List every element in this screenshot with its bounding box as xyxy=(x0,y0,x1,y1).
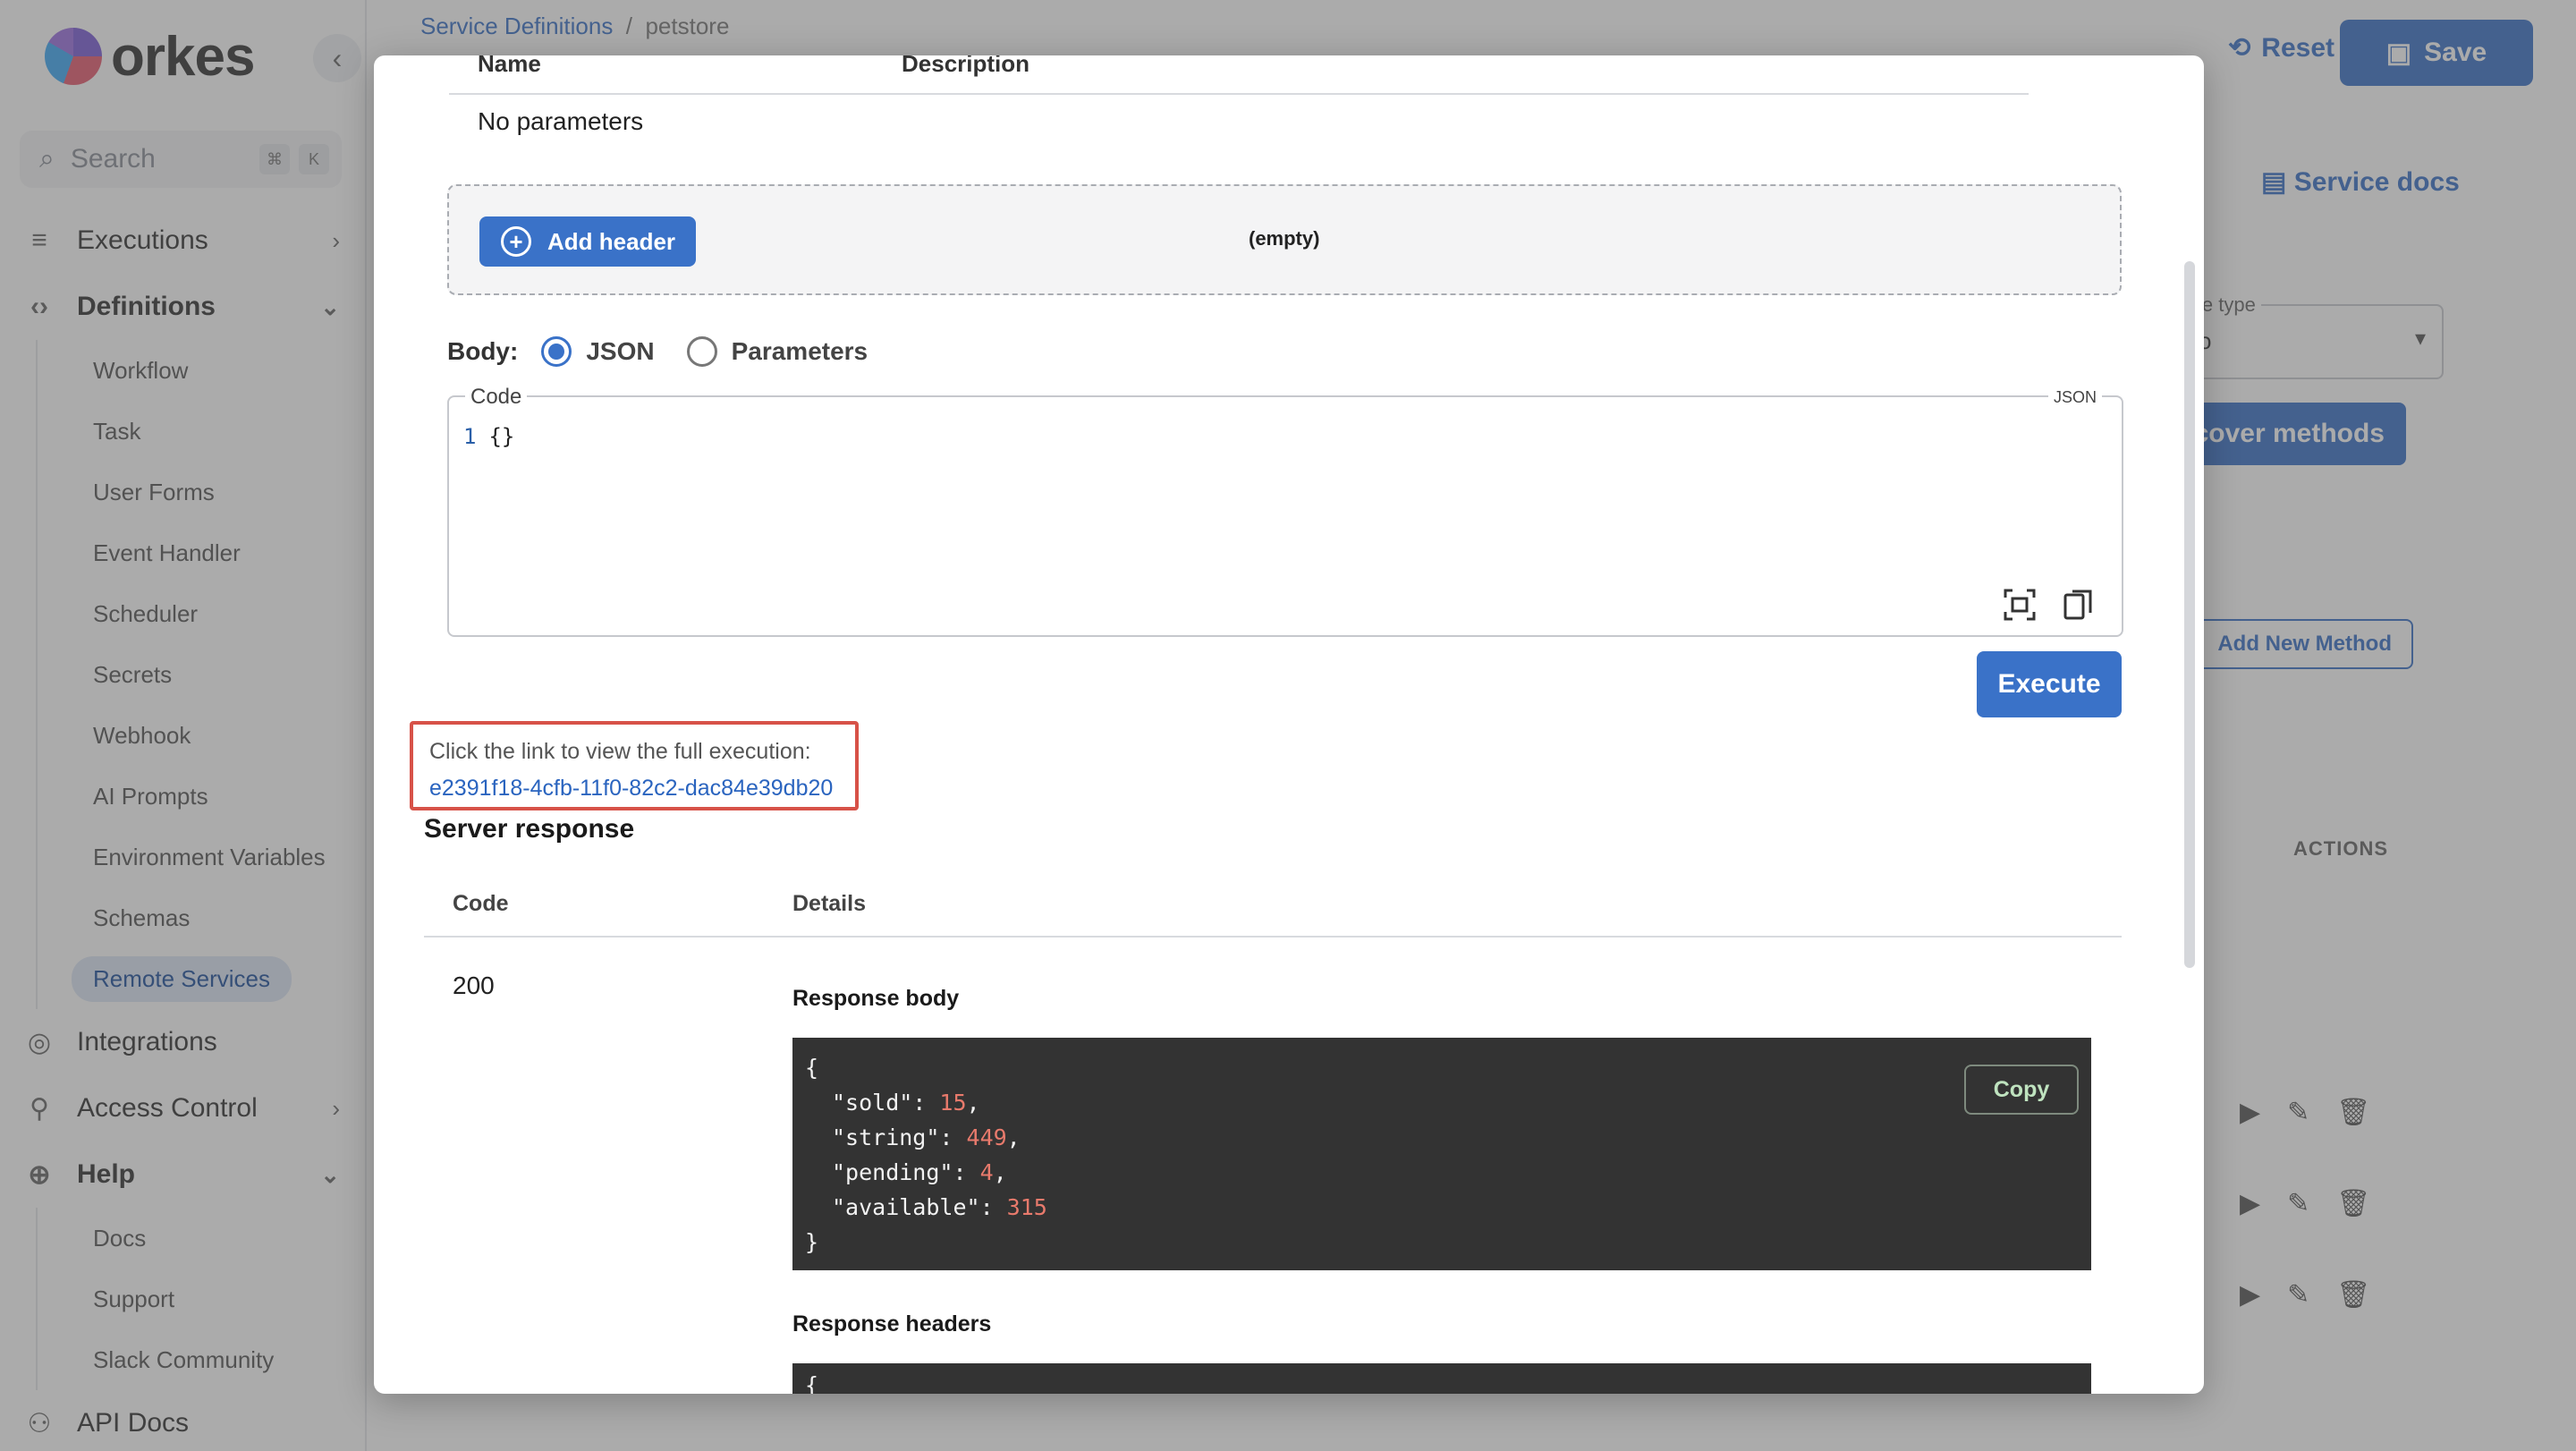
no-parameters-text: No parameters xyxy=(478,107,644,135)
json-brace: { xyxy=(805,1055,819,1081)
radio-parameters[interactable] xyxy=(686,336,717,367)
server-response-title: Server response xyxy=(424,814,635,844)
fullscreen-icon[interactable] xyxy=(2002,587,2038,623)
response-body-label: Response body xyxy=(792,986,960,1011)
json-key: "pending": xyxy=(832,1159,980,1185)
radio-json[interactable] xyxy=(541,336,572,367)
column-header-details: Details xyxy=(792,891,866,916)
column-header-description: Description xyxy=(902,55,1030,77)
radio-json-label[interactable]: JSON xyxy=(586,337,654,366)
code-language-label: JSON xyxy=(2047,388,2102,407)
execute-button[interactable]: Execute xyxy=(1977,651,2122,717)
json-separator: , xyxy=(993,1159,1007,1185)
json-brace: } xyxy=(805,1229,819,1255)
add-header-button[interactable]: + Add header xyxy=(479,216,696,267)
json-key: "sold": xyxy=(832,1090,940,1116)
column-header-name: Name xyxy=(478,55,541,77)
code-text[interactable]: {} xyxy=(488,424,514,449)
json-value: 315 xyxy=(1006,1194,1047,1220)
json-line: "string": 449, xyxy=(805,1120,2079,1155)
json-separator: , xyxy=(1006,1124,1021,1150)
headers-dropzone: + Add header (empty) xyxy=(447,184,2122,295)
line-number: 1 xyxy=(463,424,477,449)
json-line: "pending": 4, xyxy=(805,1155,2079,1190)
json-key: "string": xyxy=(832,1124,967,1150)
code-line[interactable]: 1 {} xyxy=(463,424,514,449)
code-editor[interactable]: Code JSON 1 {} xyxy=(447,385,2123,637)
execution-link-callout: Click the link to view the full executio… xyxy=(410,721,859,810)
json-key: "available": xyxy=(832,1194,1007,1220)
code-editor-tools xyxy=(2002,587,2097,623)
execution-id-link[interactable]: e2391f18-4cfb-11f0-82c2-dac84e39db20 xyxy=(429,776,839,802)
json-line: "available": 315 xyxy=(805,1190,2079,1225)
copy-icon[interactable] xyxy=(2061,587,2097,623)
plus-circle-icon: + xyxy=(501,226,531,257)
response-headers-label: Response headers xyxy=(792,1311,992,1336)
json-brace: { xyxy=(805,1372,819,1394)
execution-link-text: Click the link to view the full executio… xyxy=(429,739,811,764)
radio-parameters-label[interactable]: Parameters xyxy=(732,337,869,366)
add-header-label: Add header xyxy=(547,227,676,255)
modal-scrollbar[interactable] xyxy=(2184,261,2195,968)
body-type-selector: Body: JSON Parameters xyxy=(447,329,900,374)
params-table-header: Name Description xyxy=(449,55,2029,95)
execute-method-modal: Name Description No parameters + Add hea… xyxy=(374,55,2204,1394)
headers-empty-text: (empty) xyxy=(1249,227,1320,250)
response-body-block: { "sold": 15, "string": 449, "pending": … xyxy=(792,1038,2091,1270)
response-headers-block: { xyxy=(792,1363,2091,1394)
body-label: Body: xyxy=(447,337,519,365)
json-value: 15 xyxy=(939,1090,967,1116)
code-editor-label: Code xyxy=(465,385,528,410)
json-line: "sold": 15, xyxy=(805,1085,2079,1120)
json-value: 449 xyxy=(966,1124,1007,1150)
response-table-header: Code Details xyxy=(424,878,2122,938)
column-header-code: Code xyxy=(453,891,509,916)
json-separator: , xyxy=(966,1090,980,1116)
copy-response-button[interactable]: Copy xyxy=(1964,1065,2079,1115)
response-status-code: 200 xyxy=(453,972,495,999)
json-value: 4 xyxy=(979,1159,994,1185)
